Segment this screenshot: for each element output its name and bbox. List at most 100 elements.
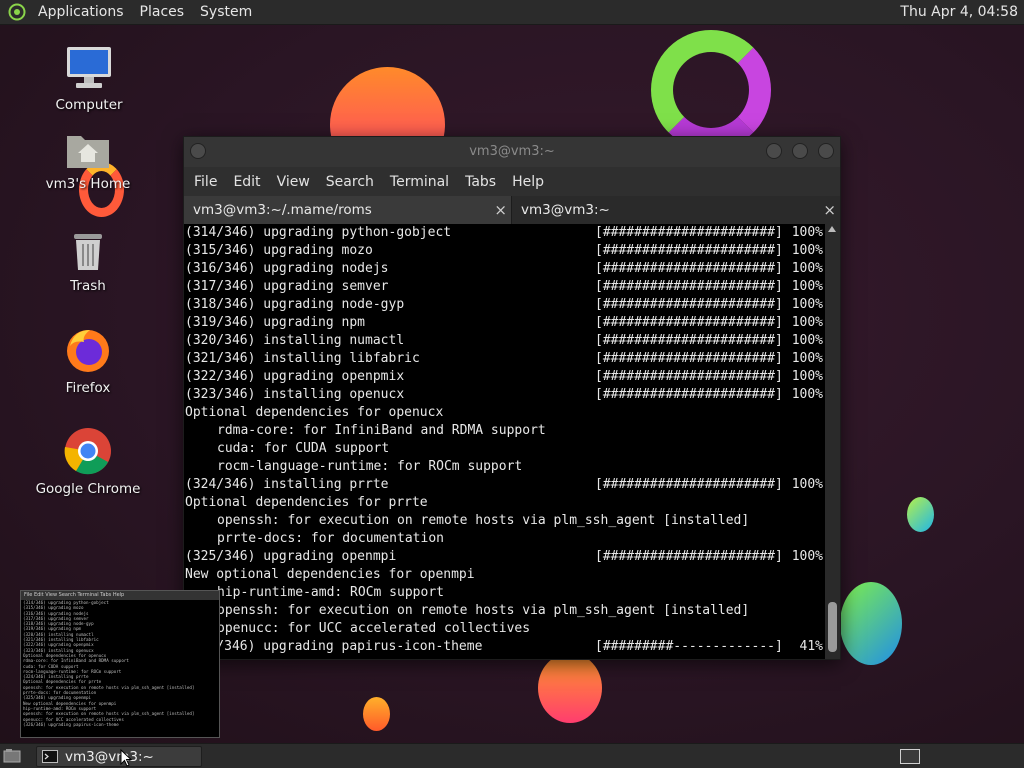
taskbar-terminal-button[interactable]: vm3@vm3:~ <box>36 746 202 767</box>
terminal-window[interactable]: vm3@vm3:~ File Edit View Search Terminal… <box>183 136 841 660</box>
progress-bar-text: [######################] <box>595 315 783 330</box>
terminal-line-text: (314/346) upgrading python-gobject <box>185 225 452 240</box>
progress-bar-text: [#########-------------] <box>595 639 783 654</box>
terminal-line-text: (320/346) installing numactl <box>185 333 405 348</box>
terminal-line: openssh: for execution on remote hosts v… <box>185 602 825 620</box>
wallpaper-ring <box>651 30 771 150</box>
terminal-line-text: hip-runtime-amd: ROCm support <box>217 585 444 600</box>
progress-percent: 100% <box>791 279 823 294</box>
menu-applications[interactable]: Applications <box>30 0 132 25</box>
thumbnail-line: openssh: for execution on remote hosts v… <box>23 711 195 717</box>
menu-terminal[interactable]: Terminal <box>382 174 457 190</box>
terminal-line-text: (324/346) installing prrte <box>185 477 389 492</box>
terminal-line-text: (323/346) installing openucx <box>185 387 405 402</box>
tab-close-icon[interactable]: × <box>494 196 507 224</box>
desktop-icon-firefox[interactable]: Firefox <box>33 326 143 396</box>
terminal-line: (322/346) upgrading openpmix [###########… <box>185 368 825 386</box>
terminal-line: (326/346) upgrading papirus-icon-theme [#… <box>185 638 825 656</box>
progress-percent: 100% <box>791 387 823 402</box>
tab-home[interactable]: vm3@vm3:~ × <box>512 196 840 224</box>
menu-file[interactable]: File <box>186 174 225 190</box>
menu-view[interactable]: View <box>269 174 318 190</box>
minimize-icon[interactable] <box>766 143 782 159</box>
menu-tabs[interactable]: Tabs <box>457 174 504 190</box>
terminal-line: (319/346) upgrading npm [################… <box>185 314 825 332</box>
menu-system[interactable]: System <box>192 0 260 25</box>
tab-roms[interactable]: vm3@vm3:~/.mame/roms × <box>184 196 512 224</box>
wallpaper-coral-blob <box>538 653 602 723</box>
progress-percent: 100% <box>791 315 823 330</box>
wallpaper-teal-blob <box>907 497 934 532</box>
tab-label: vm3@vm3:~/.mame/roms <box>193 202 372 218</box>
terminal-line: rocm-language-runtime: for ROCm support <box>185 458 825 476</box>
terminal-line-text: rocm-language-runtime: for ROCm support <box>217 459 523 474</box>
window-titlebar[interactable]: vm3@vm3:~ <box>184 137 840 167</box>
terminal-line-text: New optional dependencies for openmpi <box>185 567 475 582</box>
thumbnail-lines: (314/346) upgrading python-gobject (315/3… <box>21 600 219 727</box>
terminal-line: (318/346) upgrading node-gyp [###########… <box>185 296 825 314</box>
progress-bar-text: [######################] <box>595 351 783 366</box>
clock[interactable]: Thu Apr 4, 04:58 <box>900 0 1018 25</box>
computer-icon <box>67 47 111 88</box>
terminal-line: (317/346) upgrading semver [#############… <box>185 278 825 296</box>
terminal-line-text: Optional dependencies for prrte <box>185 495 428 510</box>
terminal-line: rdma-core: for InfiniBand and RDMA suppo… <box>185 422 825 440</box>
terminal-line: (325/346) upgrading openmpi [############… <box>185 548 825 566</box>
tab-close-icon[interactable]: × <box>823 196 836 224</box>
terminal-line: (324/346) installing prrte [#############… <box>185 476 825 494</box>
mouse-cursor-icon <box>120 749 132 767</box>
workspace-switcher-icon[interactable] <box>900 749 920 764</box>
chrome-icon <box>64 428 111 475</box>
progress-percent: 100% <box>791 351 823 366</box>
progress-bar-text: [######################] <box>595 333 783 348</box>
terminal-lines: (314/346) upgrading python-gobject [#####… <box>185 224 825 656</box>
desktop-icon-chrome[interactable]: Google Chrome <box>33 427 143 497</box>
distro-logo-icon[interactable] <box>8 3 26 21</box>
desktop-icon-label: Firefox <box>65 380 111 396</box>
firefox-icon <box>67 330 109 372</box>
terminal-line-text: (319/346) upgrading npm <box>185 315 366 330</box>
maximize-icon[interactable] <box>792 143 808 159</box>
menu-edit[interactable]: Edit <box>225 174 268 190</box>
terminal-line: (316/346) upgrading nodejs [#############… <box>185 260 825 278</box>
desktop-icon-label: Google Chrome <box>35 481 141 497</box>
desktop-icon-trash[interactable]: Trash <box>33 230 143 294</box>
thumbnail-line: (326/346) upgrading papirus-icon-theme <box>23 721 119 727</box>
progress-bar-text: [######################] <box>595 387 783 402</box>
terminal-scrollbar[interactable] <box>825 224 840 659</box>
progress-bar-text: [######################] <box>595 261 783 276</box>
progress-bar-text: [######################] <box>595 549 783 564</box>
progress-percent: 100% <box>791 549 823 564</box>
terminal-line-text: (316/346) upgrading nodejs <box>185 261 389 276</box>
desktop-icon-home[interactable]: vm3's Home <box>33 130 143 192</box>
terminal-line-text: rdma-core: for InfiniBand and RDMA suppo… <box>217 423 546 438</box>
terminal-line-text: (317/346) upgrading semver <box>185 279 389 294</box>
terminal-line: prrte-docs: for documentation <box>185 530 825 548</box>
show-desktop-icon[interactable] <box>3 748 21 764</box>
scroll-up-icon[interactable] <box>828 226 836 232</box>
desktop-icon-label: vm3's Home <box>45 176 131 192</box>
terminal-line-text: prrte-docs: for documentation <box>217 531 444 546</box>
terminal-icon <box>42 750 58 763</box>
tab-label: vm3@vm3:~ <box>521 202 610 218</box>
terminal-line: (323/346) installing openucx [###########… <box>185 386 825 404</box>
close-icon[interactable] <box>818 143 834 159</box>
menu-help[interactable]: Help <box>504 174 552 190</box>
thumbnail-menubar: File Edit View Search Terminal Tabs Help <box>21 591 219 600</box>
scrollbar-thumb[interactable] <box>828 602 837 652</box>
taskbar-item-label: vm3@vm3:~ <box>65 748 154 765</box>
terminal-line-text: (318/346) upgrading node-gyp <box>185 297 405 312</box>
menu-places[interactable]: Places <box>132 0 193 25</box>
desktop-icon-computer[interactable]: Computer <box>34 45 144 113</box>
progress-bar-text: [######################] <box>595 369 783 384</box>
window-title: vm3@vm3:~ <box>469 144 555 159</box>
terminal-line-text: (325/346) upgrading openmpi <box>185 549 397 564</box>
terminal-menubar: File Edit View Search Terminal Tabs Help <box>184 167 840 196</box>
window-thumbnail-preview[interactable]: File Edit View Search Terminal Tabs Help… <box>20 590 220 738</box>
terminal-output[interactable]: (314/346) upgrading python-gobject [#####… <box>184 224 840 659</box>
menu-search[interactable]: Search <box>318 174 382 190</box>
trash-icon <box>74 234 102 270</box>
home-folder-icon <box>67 136 109 168</box>
desktop-icon-label: Trash <box>70 278 106 294</box>
terminal-line-text: openucc: for UCC accelerated collectives <box>217 621 531 636</box>
